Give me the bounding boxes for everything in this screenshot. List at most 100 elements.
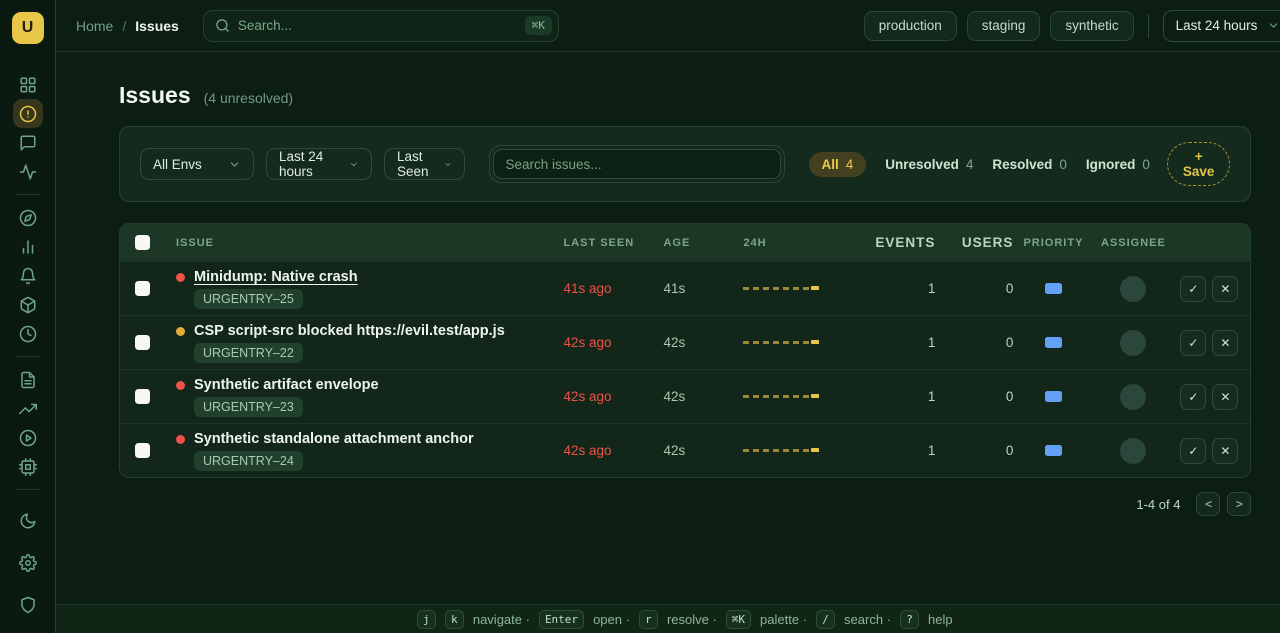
sidebar-divider: [16, 489, 40, 490]
key-cmdk: ⌘K: [726, 610, 751, 629]
age-value: 42s: [663, 389, 743, 404]
sidebar-item-alerts[interactable]: [13, 261, 43, 290]
bar-chart-icon: [19, 238, 37, 256]
chevron-down-icon: [444, 158, 452, 171]
sidebar-item-security[interactable]: [13, 590, 43, 619]
sidebar-item-replays[interactable]: [13, 423, 43, 452]
tab-unresolved-label: Unresolved: [885, 157, 959, 172]
tab-unresolved[interactable]: Unresolved 4: [885, 157, 973, 172]
issue-title[interactable]: CSP script-src blocked https://evil.test…: [194, 322, 505, 340]
sidebar-item-settings[interactable]: [13, 548, 43, 577]
priority-badge: [1045, 445, 1062, 456]
row-checkbox[interactable]: [135, 281, 150, 296]
table-row[interactable]: Synthetic standalone attachment anchor U…: [120, 423, 1250, 477]
ignore-button[interactable]: ✕: [1212, 438, 1238, 464]
assignee-avatar[interactable]: [1120, 330, 1146, 356]
issue-title[interactable]: Synthetic artifact envelope: [194, 376, 379, 394]
sidebar-item-releases[interactable]: [13, 290, 43, 319]
sidebar-item-discussions[interactable]: [13, 128, 43, 157]
ignore-button[interactable]: ✕: [1212, 276, 1238, 302]
sidebar-item-activity[interactable]: [13, 157, 43, 186]
tab-all[interactable]: All 4: [809, 152, 867, 177]
key-enter: Enter: [539, 610, 584, 629]
age-value: 42s: [663, 443, 743, 458]
table-row[interactable]: Minidump: Native crash URGENTRY–25 41s a…: [120, 261, 1250, 315]
sidebar-item-trends[interactable]: [13, 394, 43, 423]
topbar: Home / Issues ⌘K production staging synt…: [56, 0, 1280, 52]
assignee-avatar[interactable]: [1120, 276, 1146, 302]
col-age: AGE: [663, 237, 743, 249]
env-pill-staging[interactable]: staging: [967, 11, 1041, 41]
assignee-avatar[interactable]: [1120, 438, 1146, 464]
sidebar-nav: [13, 70, 43, 498]
resolve-button[interactable]: ✓: [1180, 330, 1206, 356]
select-all-checkbox[interactable]: [135, 235, 150, 250]
breadcrumb-home[interactable]: Home: [76, 18, 113, 34]
sidebar-item-stats[interactable]: [13, 232, 43, 261]
breadcrumb: Home / Issues: [76, 18, 179, 34]
package-icon: [19, 296, 37, 314]
breadcrumb-separator: /: [122, 18, 126, 34]
table-row[interactable]: Synthetic artifact envelope URGENTRY–23 …: [120, 369, 1250, 423]
col-issue: ISSUE: [176, 237, 563, 249]
last-seen-value: 41s ago: [563, 281, 663, 296]
tab-ignored-count: 0: [1142, 157, 1150, 172]
resolve-button[interactable]: ✓: [1180, 384, 1206, 410]
file-text-icon: [19, 371, 37, 389]
compass-icon: [19, 209, 37, 227]
issue-search[interactable]: [493, 149, 781, 179]
global-search-input[interactable]: [238, 18, 517, 33]
issue-search-input[interactable]: [506, 157, 768, 172]
time-range-select[interactable]: Last 24 hours: [1163, 10, 1280, 42]
issue-title[interactable]: Synthetic standalone attachment anchor: [194, 430, 474, 448]
tab-resolved[interactable]: Resolved 0: [992, 157, 1067, 172]
env-pill-production[interactable]: production: [864, 11, 957, 41]
issue-id-badge: URGENTRY–25: [194, 289, 303, 309]
row-checkbox[interactable]: [135, 443, 150, 458]
sort-select[interactable]: Last Seen: [384, 148, 465, 180]
shield-icon: [19, 596, 37, 614]
global-search[interactable]: ⌘K: [203, 10, 559, 42]
resolve-button[interactable]: ✓: [1180, 276, 1206, 302]
issue-id-badge: URGENTRY–23: [194, 397, 303, 417]
col-events: EVENTS: [853, 235, 935, 250]
trending-up-icon: [19, 400, 37, 418]
resolve-button[interactable]: ✓: [1180, 438, 1206, 464]
tab-ignored[interactable]: Ignored 0: [1086, 157, 1150, 172]
sidebar-item-history[interactable]: [13, 319, 43, 348]
tab-unresolved-count: 4: [966, 157, 974, 172]
time-filter-select[interactable]: Last 24 hours: [266, 148, 372, 180]
key-question: ?: [900, 610, 919, 629]
issues-table: ISSUE LAST SEEN AGE 24H EVENTS USERS PRI…: [119, 223, 1251, 478]
app-logo[interactable]: U: [12, 12, 44, 44]
key-k: k: [445, 610, 464, 629]
sidebar-item-docs[interactable]: [13, 365, 43, 394]
tab-resolved-count: 0: [1059, 157, 1067, 172]
sidebar-bottom-group: [13, 506, 43, 619]
row-checkbox[interactable]: [135, 335, 150, 350]
alert-circle-icon: [19, 105, 37, 123]
severity-dot: [176, 273, 185, 282]
issue-title[interactable]: Minidump: Native crash: [194, 268, 358, 286]
save-search-button[interactable]: + Save: [1167, 142, 1231, 186]
next-page-button[interactable]: >: [1227, 492, 1251, 516]
24h-sparkline: [743, 395, 819, 398]
24h-sparkline: [743, 449, 819, 452]
status-tabs: All 4 Unresolved 4 Resolved 0 Ignored 0: [809, 152, 1150, 177]
sidebar-item-performance[interactable]: [13, 452, 43, 481]
sidebar-item-issues[interactable]: [13, 99, 43, 128]
assignee-avatar[interactable]: [1120, 384, 1146, 410]
env-pill-synthetic[interactable]: synthetic: [1050, 11, 1133, 41]
sidebar-item-explore[interactable]: [13, 203, 43, 232]
prev-page-button[interactable]: <: [1196, 492, 1220, 516]
sidebar-item-dashboard[interactable]: [13, 70, 43, 99]
sidebar-item-theme[interactable]: [13, 506, 43, 535]
priority-badge: [1045, 283, 1062, 294]
row-checkbox[interactable]: [135, 389, 150, 404]
tab-all-count: 4: [846, 157, 854, 172]
key-slash: /: [816, 610, 835, 629]
env-filter-select[interactable]: All Envs: [140, 148, 254, 180]
ignore-button[interactable]: ✕: [1212, 330, 1238, 356]
table-row[interactable]: CSP script-src blocked https://evil.test…: [120, 315, 1250, 369]
ignore-button[interactable]: ✕: [1212, 384, 1238, 410]
